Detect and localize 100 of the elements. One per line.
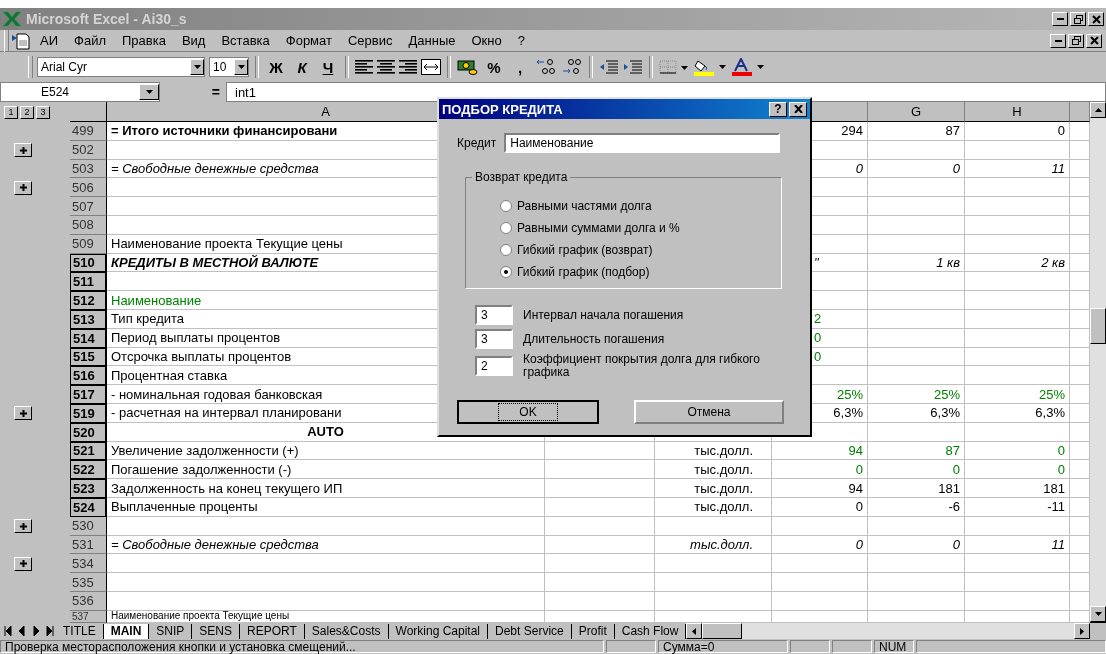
option-label[interactable]: Равными суммами долга и % — [517, 220, 680, 235]
minimize-button[interactable] — [1050, 33, 1066, 48]
number-format-button[interactable]: , — [509, 56, 531, 78]
font-color-icon[interactable] — [731, 58, 765, 76]
menu-item[interactable]: Данные — [401, 31, 463, 50]
menu-item[interactable]: Сервис — [340, 31, 400, 50]
menu-item[interactable]: ? — [510, 31, 532, 50]
formula-field[interactable]: int1 — [226, 82, 1106, 102]
select-all-corner[interactable] — [70, 102, 107, 122]
row-header[interactable]: 512 — [70, 291, 107, 310]
expand-button[interactable] — [14, 556, 32, 571]
plus-icon — [19, 522, 27, 530]
menu-item[interactable]: АИ — [33, 31, 65, 50]
number-field[interactable]: 2 — [475, 356, 513, 376]
caret-icon — [145, 90, 153, 94]
minimize-button[interactable] — [1052, 12, 1068, 26]
scroll-thumb[interactable] — [702, 623, 743, 639]
option-label[interactable]: Равными частями долга — [517, 198, 652, 213]
outline-level-button[interactable]: 1 — [4, 105, 18, 119]
row-header[interactable]: 516 — [70, 366, 107, 386]
caret-icon — [237, 65, 245, 69]
format-button[interactable]: Ч — [317, 56, 339, 78]
table-cell — [1070, 197, 1090, 216]
row-header[interactable]: 523 — [70, 479, 107, 498]
menu-item[interactable]: Файл — [67, 31, 113, 50]
restore-icon — [1073, 14, 1083, 24]
row-header[interactable]: 534 — [70, 554, 107, 574]
row-header[interactable]: 511 — [70, 272, 107, 292]
row-header[interactable]: 517 — [70, 385, 107, 404]
row-header[interactable]: 522 — [70, 460, 107, 480]
menu-item[interactable]: Вставка — [214, 31, 277, 50]
currency-icon[interactable] — [457, 58, 479, 76]
table-cell: 0 — [965, 122, 1070, 141]
outline-level-button[interactable]: 3 — [36, 105, 50, 119]
help-button[interactable]: ? — [769, 101, 787, 117]
table-cell: 0 — [965, 460, 1070, 480]
close-icon — [1091, 14, 1101, 24]
merge-cells-icon[interactable] — [421, 59, 441, 75]
decrease-indent-icon[interactable] — [599, 60, 619, 74]
radio-button[interactable] — [500, 243, 512, 256]
ok-button[interactable]: OK — [457, 400, 599, 424]
fill-color-icon[interactable] — [693, 58, 727, 76]
align-left-icon[interactable] — [355, 60, 373, 74]
scroll-right-button[interactable] — [1074, 623, 1090, 639]
align-right-icon[interactable] — [399, 60, 417, 74]
credit-field[interactable]: Наименование — [504, 133, 781, 153]
number-format-button[interactable]: % — [483, 56, 505, 78]
restore-button[interactable] — [1070, 12, 1086, 26]
up-arrow-icon — [1094, 108, 1102, 112]
radio-button[interactable] — [500, 221, 512, 234]
close-button[interactable] — [1086, 33, 1102, 48]
close-button[interactable] — [1088, 12, 1104, 26]
font-name-dropdown[interactable]: Arial Cyr — [37, 57, 205, 77]
number-field[interactable]: 3 — [475, 305, 513, 325]
expand-button[interactable] — [14, 180, 32, 195]
expand-button[interactable] — [14, 519, 32, 534]
radio-button[interactable] — [500, 199, 512, 212]
row-header[interactable]: 499 — [70, 122, 107, 141]
status-panel — [790, 640, 830, 653]
decrease-decimal-icon[interactable] — [561, 58, 583, 76]
scroll-left-button[interactable] — [686, 623, 703, 639]
document-icon[interactable] — [11, 31, 31, 50]
close-button[interactable] — [789, 101, 807, 117]
row-header[interactable]: 506 — [70, 178, 107, 198]
sheet-tab[interactable]: MAIN — [103, 623, 150, 639]
cancel-button[interactable]: Отмена — [634, 400, 784, 424]
radio-button[interactable] — [500, 265, 512, 278]
menu-item[interactable]: Формат — [278, 31, 339, 50]
increase-indent-icon[interactable] — [623, 60, 643, 74]
table-cell: 87 — [868, 122, 965, 141]
expand-button[interactable] — [14, 406, 32, 421]
menu-item[interactable]: Вид — [174, 31, 213, 50]
name-box[interactable]: E524 — [0, 82, 160, 102]
num-lock-indicator: NUM — [874, 640, 914, 653]
plus-icon — [19, 409, 27, 417]
table-cell — [1070, 122, 1090, 141]
row-header[interactable]: 535 — [70, 573, 107, 592]
align-center-icon[interactable] — [377, 60, 395, 74]
outline-level-button[interactable]: 2 — [20, 105, 34, 119]
column-header[interactable]: G — [868, 102, 965, 122]
scroll-thumb[interactable] — [1090, 308, 1106, 344]
table-cell — [1070, 178, 1090, 198]
scroll-up-button[interactable] — [1090, 102, 1106, 118]
restore-icon — [1071, 36, 1081, 45]
menu-item[interactable]: Окно — [464, 31, 509, 50]
scrollbar-track[interactable] — [1090, 102, 1106, 622]
menu-item[interactable]: Правка — [115, 31, 173, 50]
right-arrow-icon — [1080, 627, 1084, 635]
scroll-down-button[interactable] — [1090, 606, 1106, 622]
number-field[interactable]: 3 — [475, 329, 513, 349]
format-button[interactable]: Ж — [265, 56, 287, 78]
column-header[interactable]: H — [965, 102, 1070, 122]
font-size-dropdown[interactable]: 10 — [209, 57, 249, 77]
row-header[interactable]: 507 — [70, 197, 107, 216]
expand-button[interactable] — [14, 143, 32, 158]
restore-button[interactable] — [1068, 33, 1084, 48]
borders-icon[interactable] — [659, 60, 689, 74]
column-header[interactable] — [1070, 102, 1090, 122]
increase-decimal-icon[interactable] — [535, 58, 557, 76]
format-button[interactable]: К — [291, 56, 313, 78]
